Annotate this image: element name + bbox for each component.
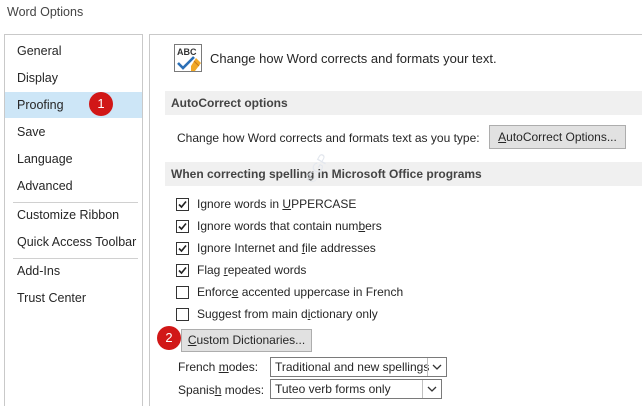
- sidebar-item-quick-access-toolbar[interactable]: Quick Access Toolbar: [5, 229, 142, 255]
- sidebar-item-add-ins[interactable]: Add-Ins: [5, 258, 142, 284]
- abc-icon-text: ABC: [177, 47, 197, 57]
- section-header-spelling: When correcting spelling in Microsoft Of…: [165, 162, 642, 186]
- french-modes-select[interactable]: Traditional and new spellings: [270, 357, 447, 377]
- sidebar-item-general[interactable]: General: [5, 38, 142, 64]
- checkbox-checked[interactable]: [176, 220, 189, 233]
- proofing-abc-check-icon: ABC: [174, 44, 206, 74]
- sidebar-item-language[interactable]: Language: [5, 146, 142, 172]
- options-sidebar: General Display Proofing Save Language A…: [4, 34, 143, 406]
- autocorrect-description: Change how Word corrects and formats tex…: [177, 131, 480, 145]
- autocorrect-options-button[interactable]: AutoCorrect Options...: [489, 125, 626, 149]
- sidebar-item-save[interactable]: Save: [5, 119, 142, 145]
- custom-dictionaries-button[interactable]: Custom Dictionaries...: [181, 329, 312, 352]
- spanish-modes-value: Tuteo verb forms only: [275, 382, 391, 396]
- checkbox-checked[interactable]: [176, 264, 189, 277]
- sidebar-item-display[interactable]: Display: [5, 65, 142, 91]
- spanish-modes-label: Spanish modes:: [178, 383, 265, 397]
- sidebar-item-proofing[interactable]: Proofing: [5, 92, 142, 118]
- step-badge-1: 1: [89, 92, 113, 116]
- sidebar-item-trust-center[interactable]: Trust Center: [5, 285, 142, 311]
- chevron-down-icon[interactable]: [427, 358, 446, 376]
- window-title: Word Options: [7, 5, 84, 19]
- section-title: When correcting spelling in Microsoft Of…: [171, 167, 482, 181]
- step-badge-2: 2: [157, 326, 181, 350]
- sidebar-item-advanced[interactable]: Advanced: [5, 173, 142, 199]
- chevron-down-icon[interactable]: [422, 380, 441, 398]
- title-bar: Word Options: [0, 0, 642, 28]
- section-title: AutoCorrect options: [171, 96, 288, 110]
- section-header-autocorrect: AutoCorrect options: [165, 91, 642, 115]
- checkbox-checked[interactable]: [176, 198, 189, 211]
- page-header-text: Change how Word corrects and formats you…: [210, 51, 497, 66]
- french-modes-label: French modes:: [178, 360, 259, 374]
- checkbox-unchecked[interactable]: [176, 286, 189, 299]
- spanish-modes-select[interactable]: Tuteo verb forms only: [270, 379, 442, 399]
- sidebar-item-customize-ribbon[interactable]: Customize Ribbon: [5, 202, 142, 228]
- checkbox-checked[interactable]: [176, 242, 189, 255]
- french-modes-value: Traditional and new spellings: [275, 360, 430, 374]
- checkbox-unchecked[interactable]: [176, 308, 189, 321]
